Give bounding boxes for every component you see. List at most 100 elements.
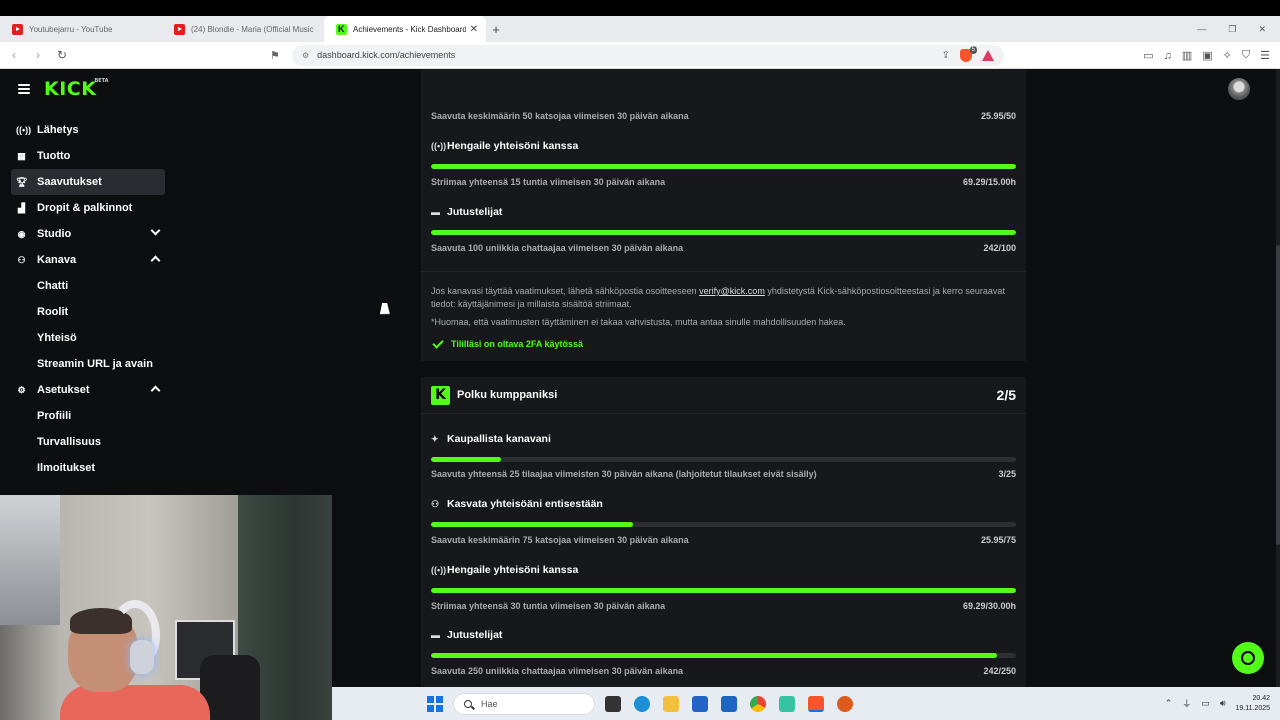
avatar[interactable] xyxy=(1228,78,1250,100)
sidebar-subitem-yhteiso[interactable]: Yhteisö xyxy=(11,325,165,351)
achievement-desc-row: Saavuta keskimäärin 75 katsojaa viimeise… xyxy=(431,535,1016,545)
share-icon[interactable]: ⇪ xyxy=(942,50,950,61)
achievement-desc-row: Striimaa yhteensä 15 tuntia viimeisen 30… xyxy=(431,177,1016,187)
achievement-desc-row: Saavuta keskimäärin 50 katsojaa viimeise… xyxy=(431,111,1016,121)
email-link[interactable]: verify@kick.com xyxy=(699,286,765,296)
reload-icon[interactable]: ↻ xyxy=(52,48,72,62)
sidebar-toggle-icon[interactable]: ▥ xyxy=(1182,49,1192,62)
achievement-value: 242/100 xyxy=(983,243,1016,253)
media-icon[interactable]: ♫ xyxy=(1164,50,1172,62)
extensions-icon[interactable]: ✧ xyxy=(1223,49,1232,62)
broadcast-icon: ((•)) xyxy=(431,565,447,575)
usb-icon[interactable]: ⏚ xyxy=(1182,697,1191,710)
taskbar-search[interactable]: Hae xyxy=(453,692,595,715)
achievement-desc: Saavuta 100 uniikkia chattaajaa viimeise… xyxy=(431,243,684,253)
sidebar: ((•)) Lähetys ▦ Tuotto 🏆︎ Saavutukset ▟ … xyxy=(11,117,165,481)
achievement-item: ((•)) Hengaile yhteisöni kanssa Striimaa… xyxy=(431,139,1016,187)
chevron-up-icon[interactable] xyxy=(150,385,161,396)
app-icon[interactable] xyxy=(837,695,853,712)
close-tab-icon[interactable]: ✕ xyxy=(470,24,478,35)
volume-icon[interactable]: 🔊︎ xyxy=(1220,698,1226,709)
chevron-up-icon[interactable]: ⌃ xyxy=(1165,698,1173,709)
sidebar-item-lahetys[interactable]: ((•)) Lähetys xyxy=(11,117,165,143)
sidebar-subitem-roolit[interactable]: Roolit xyxy=(11,299,165,325)
sidebar-item-kanava[interactable]: ⚇ Kanava xyxy=(11,247,165,273)
scrollbar-thumb[interactable] xyxy=(1276,245,1280,545)
kick-logo[interactable]: KICK BETA xyxy=(44,78,108,100)
sidebar-item-asetukset[interactable]: ⚙ Asetukset xyxy=(11,377,165,403)
achievement-item: ⚇ Kasvata yhteisöäni entisestään Saavuta… xyxy=(431,497,1016,545)
browser-tab[interactable]: (24) Blondie - Maria (Official Music V xyxy=(162,16,324,42)
windows-start-icon[interactable] xyxy=(427,695,443,712)
brave-shield-icon[interactable]: 5 xyxy=(960,45,977,62)
kick-icon xyxy=(336,23,347,35)
achievement-title-row: ((•)) Hengaile yhteisöni kanssa xyxy=(431,139,1016,153)
browser-toolbar: ‹ › ↻ ⚑ ⚙ dashboard.kick.com/achievement… xyxy=(0,42,1280,69)
search-placeholder: Hae xyxy=(481,698,498,709)
note-disclaimer: *Huomaa, että vaatimusten täyttäminen ei… xyxy=(431,317,846,327)
achievement-title: Hengaile yhteisöni kanssa xyxy=(447,564,579,576)
achievement-desc-row: Saavuta 250 uniikkia chattaajaa viimeise… xyxy=(431,666,1016,676)
sidebar-subitem-turvallisuus[interactable]: Turvallisuus xyxy=(11,429,165,455)
achievement-title-row: ✦ Kaupallista kanavani xyxy=(431,432,1016,446)
achievement-value: 69.29/30.00h xyxy=(962,601,1016,611)
sidebar-item-saavutukset[interactable]: 🏆︎ Saavutukset xyxy=(11,169,165,195)
forward-icon[interactable]: › xyxy=(28,48,48,62)
sidebar-subitem-ilmoitukset[interactable]: Ilmoitukset xyxy=(11,455,165,481)
achievement-title-row: ▬ Jutustelijat xyxy=(431,205,1016,219)
browser-tab[interactable]: Youtubejarru - YouTube xyxy=(0,16,162,42)
wallet-icon[interactable]: ▣ xyxy=(1202,49,1212,62)
chevron-up-icon[interactable] xyxy=(150,255,161,266)
minimize-icon[interactable]: — xyxy=(1197,24,1206,34)
task-view-icon[interactable] xyxy=(605,695,621,712)
app-icon[interactable] xyxy=(779,695,795,712)
close-window-icon[interactable]: ✕ xyxy=(1258,24,1266,35)
revenue-icon: ▦ xyxy=(17,150,26,161)
sidebar-subitem-stream-url[interactable]: Streamin URL ja avain xyxy=(11,351,165,377)
back-icon[interactable]: ‹ xyxy=(4,48,24,62)
file-explorer-icon[interactable] xyxy=(663,695,679,712)
hamburger-menu-icon[interactable] xyxy=(18,84,30,94)
outlook-icon[interactable] xyxy=(721,695,737,712)
reader-mode-icon[interactable]: ▭ xyxy=(1143,49,1153,62)
progress-fill xyxy=(431,653,998,658)
chrome-icon[interactable] xyxy=(750,695,766,712)
webcam-window xyxy=(0,495,60,625)
taskbar-apps xyxy=(605,695,853,712)
address-bar[interactable]: ⚙ dashboard.kick.com/achievements ⇪ 5 xyxy=(292,44,1004,66)
achievement-title-row: ((•)) Hengaile yhteisöni kanssa xyxy=(431,563,1016,577)
channel-icon: ⚇ xyxy=(17,254,26,265)
sidebar-item-studio[interactable]: ◉ Studio xyxy=(11,221,165,247)
achievement-title-row: ⚇ Kasvata yhteisöäni entisestään xyxy=(431,497,1016,511)
network-icon[interactable]: ▭ xyxy=(1201,698,1210,709)
sidebar-item-dropit[interactable]: ▟ Dropit & palkinnot xyxy=(11,195,165,221)
sidebar-item-label: Kanava xyxy=(37,254,77,266)
sidebar-subitem-chatti[interactable]: Chatti xyxy=(11,273,165,299)
site-info-icon[interactable]: ⚙ xyxy=(302,51,309,60)
shield-badge: 5 xyxy=(969,45,977,54)
headset-earcup xyxy=(130,640,154,674)
achievement-title: Kasvata yhteisöäni entisestään xyxy=(447,498,603,510)
support-chat-button[interactable] xyxy=(1232,642,1264,674)
kick-badge-icon: K xyxy=(431,385,450,405)
menu-icon[interactable]: ☰ xyxy=(1260,49,1270,62)
store-icon[interactable] xyxy=(692,695,708,712)
system-tray: ⌃ ⏚ ▭ 🔊︎ 20.42 19.11.2025 xyxy=(1165,687,1270,720)
maximize-icon[interactable]: ❐ xyxy=(1228,24,1236,35)
chevron-down-icon[interactable] xyxy=(150,225,161,236)
sidebar-subitem-profiili[interactable]: Profiili xyxy=(11,403,165,429)
browser-tab-active[interactable]: Achievements - Kick Dashboard ✕ xyxy=(324,16,486,42)
taskbar-clock[interactable]: 20.42 19.11.2025 xyxy=(1235,694,1270,714)
beta-tag: BETA xyxy=(94,78,109,84)
brave-rewards-icon[interactable] xyxy=(982,49,994,61)
bookmark-icon[interactable]: ⚑ xyxy=(270,49,286,62)
brave-icon[interactable] xyxy=(808,695,824,712)
sidebar-item-tuotto[interactable]: ▦ Tuotto xyxy=(11,143,165,169)
achievement-desc: Striimaa yhteensä 30 tuntia viimeisen 30… xyxy=(431,601,666,611)
edge-icon[interactable] xyxy=(634,695,650,712)
achievement-desc: Saavuta keskimäärin 50 katsojaa viimeise… xyxy=(431,111,689,121)
vpn-icon[interactable]: ⛉ xyxy=(1242,49,1250,62)
sidebar-item-label: Tuotto xyxy=(37,150,71,162)
clock-time: 20.42 xyxy=(1252,694,1270,702)
new-tab-button[interactable]: + xyxy=(486,16,506,42)
